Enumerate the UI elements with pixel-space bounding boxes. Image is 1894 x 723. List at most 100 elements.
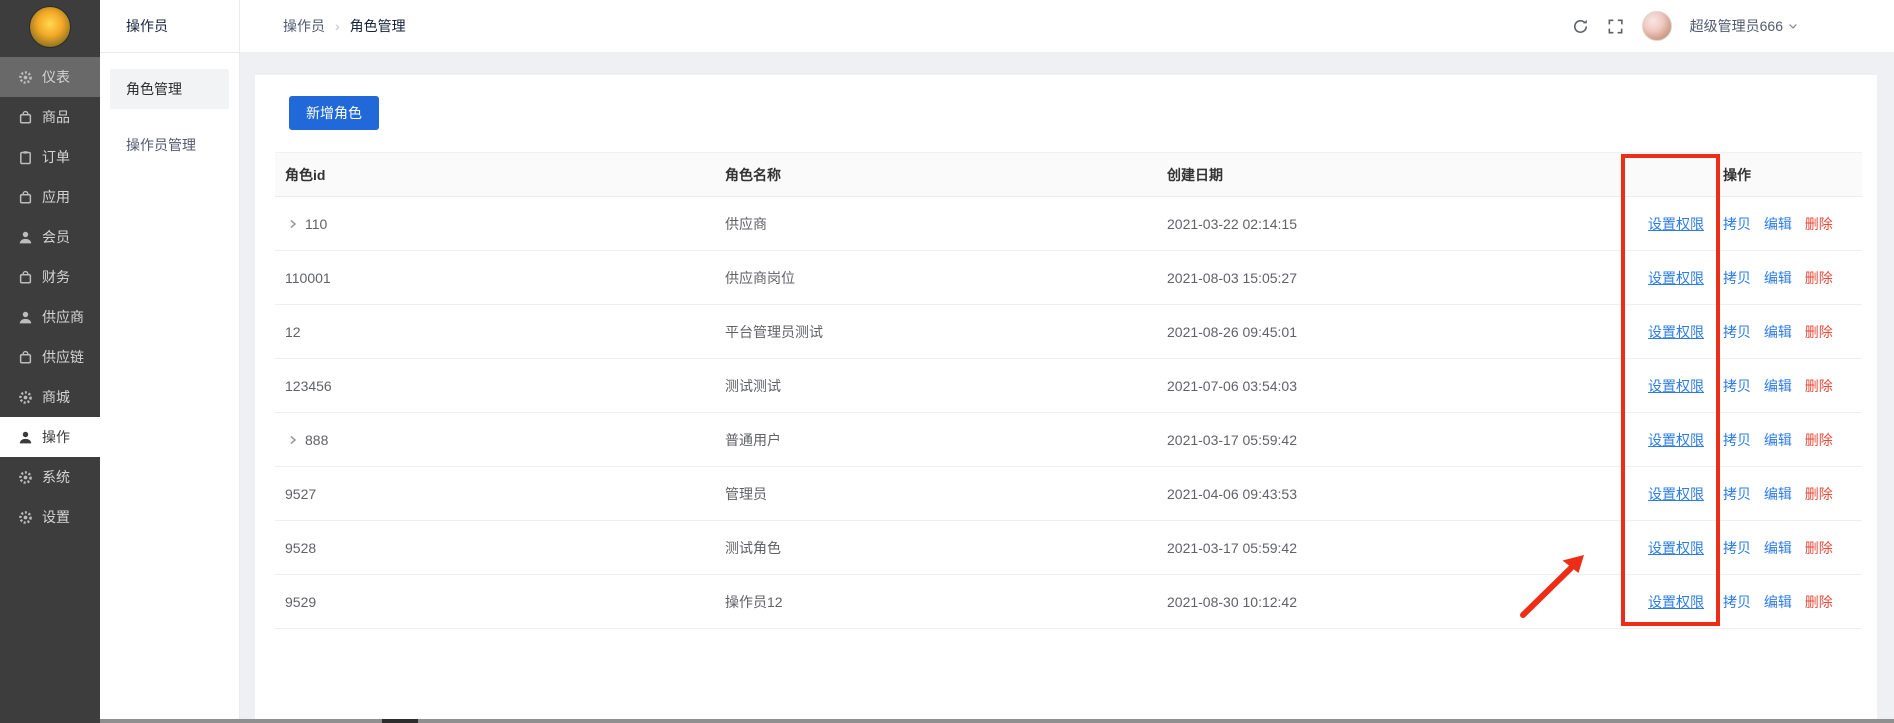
person-icon bbox=[18, 430, 33, 445]
delete-link[interactable]: 删除 bbox=[1805, 270, 1833, 286]
sidebar-item-label: 财务 bbox=[42, 267, 70, 287]
sidebar-item-label: 供应商 bbox=[42, 307, 84, 327]
copy-link[interactable]: 拷贝 bbox=[1723, 486, 1751, 502]
user-menu[interactable]: 超级管理员666 bbox=[1690, 16, 1799, 36]
role-name: 测试测试 bbox=[715, 359, 1157, 413]
role-name: 管理员 bbox=[715, 467, 1157, 521]
role-id: 12 bbox=[285, 324, 301, 340]
table-row: 9528 测试角色 2021-03-17 05:59:42 设置权限 拷贝 编辑… bbox=[275, 521, 1862, 575]
sidebar-item-orders[interactable]: 订单 bbox=[0, 137, 100, 177]
topbar: 操作员 › 角色管理 超级管理员666 bbox=[240, 0, 1894, 53]
sidebar-item-dashboard[interactable]: 仪表 bbox=[0, 57, 100, 97]
sidebar-item-finance[interactable]: 财务 bbox=[0, 257, 100, 297]
bag-icon bbox=[18, 350, 33, 365]
submenu-item-role-management[interactable]: 角色管理 bbox=[110, 69, 229, 109]
edit-link[interactable]: 编辑 bbox=[1764, 216, 1792, 232]
role-name: 平台管理员测试 bbox=[715, 305, 1157, 359]
content-card: 新增角色 角色id 角色名称 创建日期 操作 110 供应商 2021-03-2… bbox=[255, 75, 1877, 723]
sidebar-item-members[interactable]: 会员 bbox=[0, 217, 100, 257]
horizontal-scrollbar-thumb[interactable] bbox=[382, 719, 418, 723]
copy-link[interactable]: 拷贝 bbox=[1723, 540, 1751, 556]
sidebar-item-label: 供应链 bbox=[42, 347, 84, 367]
user-avatar[interactable] bbox=[1642, 11, 1672, 41]
table-row: 888 普通用户 2021-03-17 05:59:42 设置权限 拷贝 编辑 … bbox=[275, 413, 1862, 467]
expand-chevron-icon[interactable] bbox=[285, 432, 301, 448]
set-permission-link[interactable]: 设置权限 bbox=[1648, 540, 1704, 556]
created-date: 2021-08-03 15:05:27 bbox=[1157, 251, 1638, 305]
fullscreen-icon[interactable] bbox=[1607, 18, 1624, 35]
gauge-icon bbox=[18, 70, 33, 85]
sidebar-item-label: 商城 bbox=[42, 387, 70, 407]
table-row: 110001 供应商岗位 2021-08-03 15:05:27 设置权限 拷贝… bbox=[275, 251, 1862, 305]
logo-wrap bbox=[0, 0, 100, 54]
delete-link[interactable]: 删除 bbox=[1805, 324, 1833, 340]
col-header-created: 创建日期 bbox=[1157, 153, 1638, 197]
user-name: 超级管理员666 bbox=[1690, 16, 1783, 36]
sidebar-item-system[interactable]: 系统 bbox=[0, 457, 100, 497]
gear-icon bbox=[18, 390, 33, 405]
add-role-button[interactable]: 新增角色 bbox=[289, 96, 379, 130]
edit-link[interactable]: 编辑 bbox=[1764, 486, 1792, 502]
set-permission-link[interactable]: 设置权限 bbox=[1648, 594, 1704, 610]
role-id: 9528 bbox=[285, 540, 316, 556]
sidebar-item-label: 订单 bbox=[42, 147, 70, 167]
sidebar-item-goods[interactable]: 商品 bbox=[0, 97, 100, 137]
app-logo bbox=[29, 6, 71, 48]
sidebar-item-label: 应用 bbox=[42, 187, 70, 207]
set-permission-link[interactable]: 设置权限 bbox=[1648, 378, 1704, 394]
copy-link[interactable]: 拷贝 bbox=[1723, 594, 1751, 610]
refresh-icon[interactable] bbox=[1572, 18, 1589, 35]
edit-link[interactable]: 编辑 bbox=[1764, 540, 1792, 556]
sidebar-item-mall[interactable]: 商城 bbox=[0, 377, 100, 417]
submenu-item-operator-management[interactable]: 操作员管理 bbox=[110, 125, 229, 165]
created-date: 2021-04-06 09:43:53 bbox=[1157, 467, 1638, 521]
copy-link[interactable]: 拷贝 bbox=[1723, 270, 1751, 286]
col-header-permission bbox=[1638, 153, 1713, 197]
sidebar-item-supply-chain[interactable]: 供应链 bbox=[0, 337, 100, 377]
sidebar-item-operations[interactable]: 操作 bbox=[0, 417, 100, 457]
created-date: 2021-07-06 03:54:03 bbox=[1157, 359, 1638, 413]
edit-link[interactable]: 编辑 bbox=[1764, 432, 1792, 448]
primary-sidebar: 仪表 商品 订单 应用 会员 财务 bbox=[0, 0, 100, 723]
sidebar-item-settings[interactable]: 设置 bbox=[0, 497, 100, 537]
delete-link[interactable]: 删除 bbox=[1805, 378, 1833, 394]
sidebar-item-suppliers[interactable]: 供应商 bbox=[0, 297, 100, 337]
admin-page: 仪表 商品 订单 应用 会员 财务 bbox=[0, 0, 1894, 723]
table-row: 12 平台管理员测试 2021-08-26 09:45:01 设置权限 拷贝 编… bbox=[275, 305, 1862, 359]
set-permission-link[interactable]: 设置权限 bbox=[1648, 432, 1704, 448]
copy-link[interactable]: 拷贝 bbox=[1723, 216, 1751, 232]
delete-link[interactable]: 删除 bbox=[1805, 486, 1833, 502]
created-date: 2021-03-17 05:59:42 bbox=[1157, 521, 1638, 575]
edit-link[interactable]: 编辑 bbox=[1764, 594, 1792, 610]
role-id: 110 bbox=[305, 216, 327, 232]
delete-link[interactable]: 删除 bbox=[1805, 432, 1833, 448]
sidebar-item-label: 设置 bbox=[42, 507, 70, 527]
edit-link[interactable]: 编辑 bbox=[1764, 270, 1792, 286]
breadcrumb-role-management[interactable]: 角色管理 bbox=[350, 16, 406, 36]
copy-link[interactable]: 拷贝 bbox=[1723, 432, 1751, 448]
set-permission-link[interactable]: 设置权限 bbox=[1648, 486, 1704, 502]
role-name: 供应商岗位 bbox=[715, 251, 1157, 305]
delete-link[interactable]: 删除 bbox=[1805, 594, 1833, 610]
copy-link[interactable]: 拷贝 bbox=[1723, 378, 1751, 394]
copy-link[interactable]: 拷贝 bbox=[1723, 324, 1751, 340]
topbar-right: 超级管理员666 bbox=[1572, 11, 1799, 41]
chevron-down-icon bbox=[1787, 20, 1799, 32]
edit-link[interactable]: 编辑 bbox=[1764, 378, 1792, 394]
bag-icon bbox=[18, 110, 33, 125]
breadcrumb-operator[interactable]: 操作员 bbox=[283, 16, 325, 36]
sidebar-item-apps[interactable]: 应用 bbox=[0, 177, 100, 217]
expand-chevron-icon[interactable] bbox=[285, 216, 301, 232]
delete-link[interactable]: 删除 bbox=[1805, 216, 1833, 232]
sidebar-item-label: 会员 bbox=[42, 227, 70, 247]
table-header-row: 角色id 角色名称 创建日期 操作 bbox=[275, 153, 1862, 197]
sidebar-item-label: 商品 bbox=[42, 107, 70, 127]
edit-link[interactable]: 编辑 bbox=[1764, 324, 1792, 340]
set-permission-link[interactable]: 设置权限 bbox=[1648, 270, 1704, 286]
sidebar-item-label: 系统 bbox=[42, 467, 70, 487]
set-permission-link[interactable]: 设置权限 bbox=[1648, 324, 1704, 340]
col-header-actions: 操作 bbox=[1713, 153, 1862, 197]
created-date: 2021-03-17 05:59:42 bbox=[1157, 413, 1638, 467]
set-permission-link[interactable]: 设置权限 bbox=[1648, 216, 1704, 232]
delete-link[interactable]: 删除 bbox=[1805, 540, 1833, 556]
